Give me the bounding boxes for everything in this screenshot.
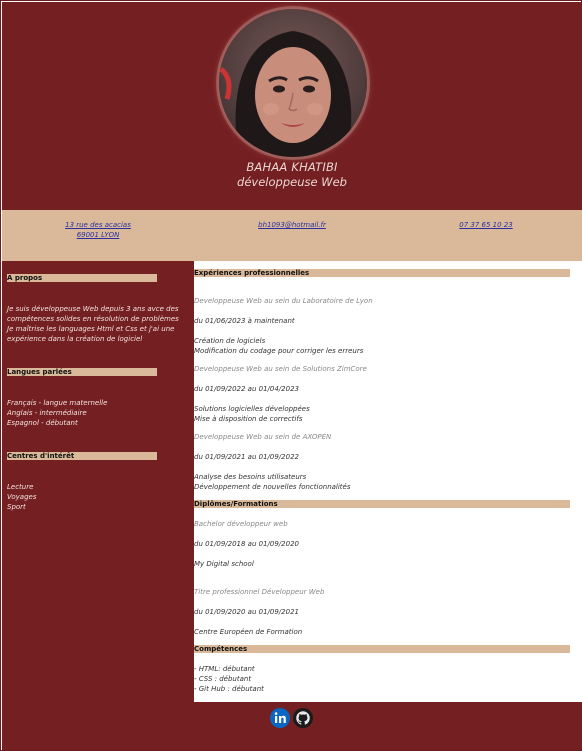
about-text: Je suis développeuse Web depuis 3 ans av… xyxy=(7,304,187,344)
skill-item: - Git Hub : débutant xyxy=(194,685,264,693)
job-desc: Développement de nouvelles fonctionnalit… xyxy=(194,483,351,491)
address-line2: 69001 LYON xyxy=(76,231,120,239)
about-line: compétences solides en résolution de pro… xyxy=(7,315,179,323)
profile-header: BAHAA KHATIBI développeuse Web xyxy=(2,2,582,210)
about-line: Je suis développeuse Web depuis 3 ans av… xyxy=(7,305,179,313)
diploma-dates: du 01/09/2020 au 01/09/2021 xyxy=(194,608,299,616)
job-desc: Création de logiciels xyxy=(194,337,266,345)
footer xyxy=(2,702,582,750)
language-item: Anglais - intermédiaire xyxy=(7,409,87,417)
job-title: Developpeuse Web au sein de Solutions Zi… xyxy=(194,365,367,373)
profile-photo xyxy=(219,9,367,157)
job-dates: du 01/09/2021 au 01/09/2022 xyxy=(194,453,299,461)
job-desc: Modification du codage pour corriger les… xyxy=(194,347,364,355)
interest-item: Lecture xyxy=(7,483,34,491)
left-column: A propos Je suis développeuse Web depuis… xyxy=(2,261,194,702)
address-line1: 13 rue des acacias xyxy=(65,221,131,229)
languages-heading: Langues parlées xyxy=(7,368,157,376)
job-desc: Solutions logicielles développées xyxy=(194,405,310,413)
languages-list: Français - langue maternelle Anglais - i… xyxy=(7,398,187,428)
github-icon xyxy=(293,708,313,728)
right-column: Expériences professionnelles Developpeus… xyxy=(194,261,582,702)
diploma-school: Centre Européen de Formation xyxy=(194,628,303,636)
diploma-title: Bachelor développeur web xyxy=(194,520,288,528)
language-item: Espagnol - débutant xyxy=(7,419,78,427)
job-desc: Analyse des besoins utilisateurs xyxy=(194,473,307,481)
github-link[interactable] xyxy=(293,708,313,728)
address-link[interactable]: 13 rue des acacias 69001 LYON xyxy=(54,220,142,240)
diploma-title: Titre professionnel Développeur Web xyxy=(194,588,325,596)
about-line: expérience dans la création de logiciel xyxy=(7,335,143,343)
about-heading: A propos xyxy=(7,274,157,282)
profile-photo-illustration xyxy=(219,9,367,157)
email-link[interactable]: bh1093@hotmail.fr xyxy=(248,220,336,230)
job-desc: Mise à disposition de correctifs xyxy=(194,415,303,423)
skills-heading: Compétences xyxy=(194,645,570,653)
job-title: Developpeuse Web au sein du Laboratoire … xyxy=(194,297,373,305)
language-item: Français - langue maternelle xyxy=(7,399,108,407)
diploma-school: My Digital school xyxy=(194,560,254,568)
interests-list: Lecture Voyages Sport xyxy=(7,482,187,512)
job-dates: du 01/09/2022 au 01/04/2023 xyxy=(194,385,299,393)
profile-title: développeuse Web xyxy=(237,175,347,189)
linkedin-icon xyxy=(270,708,290,728)
profile-name: BAHAA KHATIBI xyxy=(246,160,338,174)
diploma-dates: du 01/09/2018 au 01/09/2020 xyxy=(194,540,299,548)
experience-heading: Expériences professionnelles xyxy=(194,269,570,277)
skill-item: - HTML: débutant xyxy=(194,665,255,673)
interests-heading: Centres d'intérêt xyxy=(7,452,157,460)
interest-item: Voyages xyxy=(7,493,37,501)
linkedin-link[interactable] xyxy=(270,708,290,728)
education-heading: Diplômes/Formations xyxy=(194,500,570,508)
job-title: Developpeuse Web au sein de AXOPEN xyxy=(194,433,332,441)
job-dates: du 01/06/2023 à maintenant xyxy=(194,317,295,325)
about-line: Je maîtrise les languages Html et Css et… xyxy=(7,325,175,333)
cv-page: BAHAA KHATIBI développeuse Web 13 rue de… xyxy=(0,0,582,751)
contact-bar: 13 rue des acacias 69001 LYON bh1093@hot… xyxy=(2,210,582,261)
interest-item: Sport xyxy=(7,503,26,511)
skill-item: - CSS : débutant xyxy=(194,675,252,683)
phone-link[interactable]: 07 37 65 10 23 xyxy=(446,220,526,230)
